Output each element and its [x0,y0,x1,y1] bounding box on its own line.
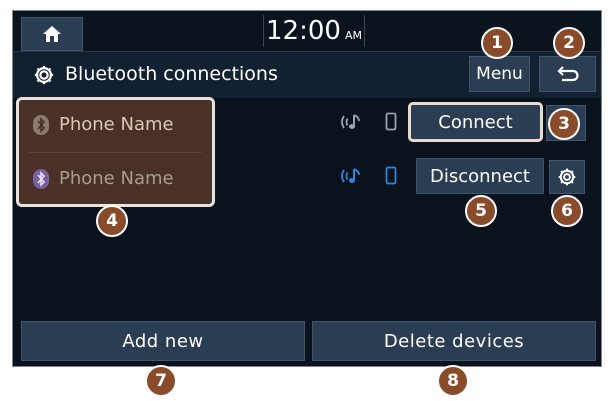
phone-icon [385,112,397,131]
home-button[interactable] [21,17,83,51]
device-settings-button[interactable] [549,160,585,194]
connect-button[interactable]: Connect [408,102,543,142]
audio-stream-icon [341,114,360,129]
page-header: Bluetooth connections Menu [13,52,601,98]
clock-time: 12:00 [266,16,341,46]
home-icon [43,26,61,42]
callout-marker: 7 [145,365,177,397]
disconnect-button[interactable]: Disconnect [416,158,544,194]
device-divider [29,152,202,153]
page-title: Bluetooth connections [65,63,278,85]
delete-devices-button[interactable]: Delete devices [312,321,596,361]
callout-marker: 3 [548,108,580,140]
audio-stream-icon [341,168,360,183]
callout-marker: 5 [465,195,497,227]
bluetooth-icon [33,168,49,189]
device-item-2[interactable]: Phone Name [33,168,174,189]
callout-marker: 1 [481,27,513,59]
add-new-button[interactable]: Add new [21,321,305,361]
callout-marker: 2 [553,27,585,59]
status-bar: 12:00 AM [13,11,601,52]
menu-button[interactable]: Menu [469,56,530,92]
device-name: Phone Name [59,168,174,189]
device-name: Phone Name [59,114,174,135]
settings-gear-icon [34,65,54,85]
callout-marker: 8 [437,365,469,397]
clock-ampm: AM [344,29,362,42]
back-button[interactable] [539,56,596,92]
callout-marker: 4 [96,205,128,237]
phone-icon [385,166,397,185]
infotainment-screen: 12:00 AM Bluetooth connections Menu Phon… [12,10,602,367]
clock: 12:00 AM [263,15,365,47]
gear-icon [558,168,576,186]
bluetooth-icon [33,114,49,135]
device-item-1[interactable]: Phone Name [33,114,174,135]
paired-devices-list: Phone Name Phone Name [16,97,215,207]
callout-marker: 6 [551,195,583,227]
back-arrow-icon [556,66,579,82]
